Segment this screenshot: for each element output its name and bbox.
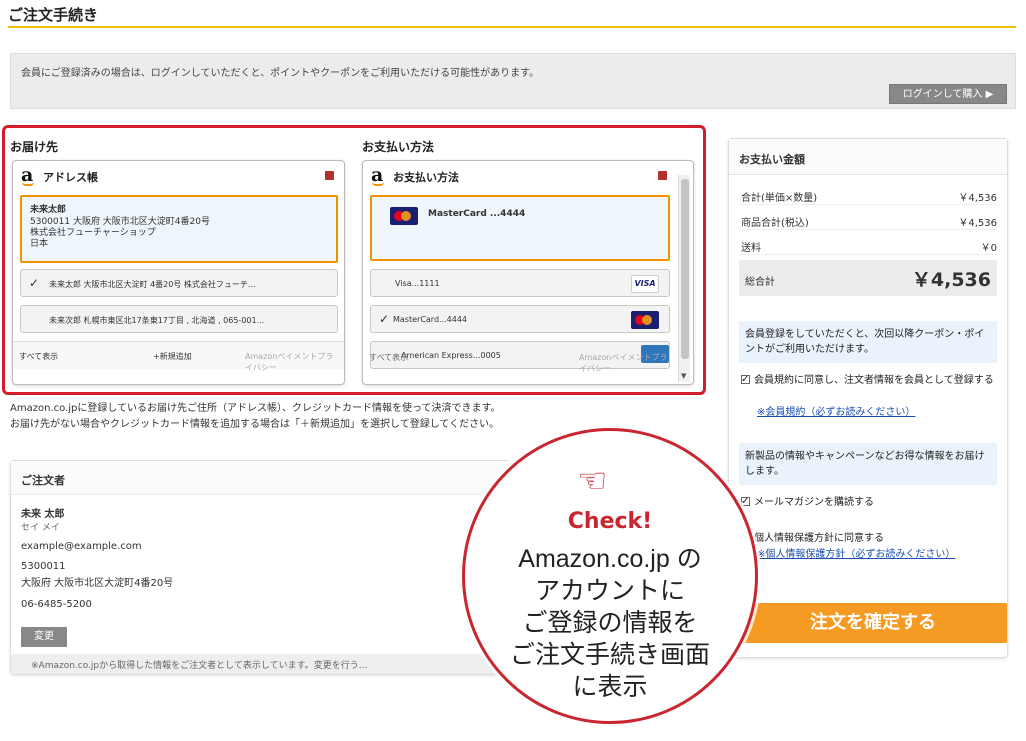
page-title: ご注文手続き (8, 6, 99, 24)
callout-bubble: ☜ Check! Amazon.co.jp の アカウントに ご登録の情報を ご… (462, 428, 758, 724)
logout-icon[interactable] (658, 171, 667, 180)
summary-row: 送料 ￥0 (739, 233, 997, 255)
orderer-note: ※Amazon.co.jpから取得した情報をご注文者として表示しています。変更を… (31, 661, 368, 671)
title-rule (8, 26, 1016, 28)
scroll-down-icon[interactable]: ▼ (681, 372, 686, 380)
scrollbar-thumb[interactable] (681, 179, 689, 359)
news-info: 新製品の情報やキャンペーンなどお得な情報をお届けします。 (739, 443, 997, 485)
terms-checkbox-line[interactable]: 会員規約に同意し、注文者情報を会員として登録する (741, 372, 997, 388)
caption-line: Amazon.co.jpに登録しているお届け先ご住所（アドレス帳）、クレジットカ… (10, 403, 501, 414)
callout-line: ご注文手続き画面 (509, 641, 710, 669)
widget-title: アドレス帳 (43, 171, 98, 184)
privacy-policy-link[interactable]: Amazonペイメントプライバシー (245, 351, 337, 373)
orderer-name: 未来 太郎 (21, 509, 65, 520)
payment-option-text: MasterCard...4444 (393, 315, 468, 324)
privacy-check-label: 個人情報保護方針に同意する (754, 533, 884, 544)
orderer-address: 大阪府 大阪市北区大淀町4番20号 (21, 578, 174, 589)
summary-label: 合計(単価×数量) (741, 193, 818, 204)
check-icon: ✓ (29, 276, 40, 290)
notice-text: 会員にご登録済みの場合は、ログインしていただくと、ポイントやクーポンをご利用いた… (21, 68, 540, 79)
confirm-order-button[interactable]: 注文を確定する (739, 603, 1007, 643)
payment-option-text: Visa...1111 (395, 279, 440, 288)
summary-value: ￥0 (980, 243, 997, 254)
widget-header: a アドレス帳 (13, 161, 344, 189)
privacy-link[interactable]: ※個人情報保護方針（必ずお読みください） (757, 547, 997, 562)
newsletter-checkbox-line[interactable]: メールマガジンを購読する (741, 494, 997, 510)
address-option[interactable]: 未来次郎 札幌市東区北17条東17丁目 , 北海道 , 065-001... (20, 305, 338, 333)
caption-line: お届け先がない場合やクレジットカード情報を追加する場合は「＋新規追加」を選択して… (10, 419, 500, 430)
total-row: 総合計 ￥4,536 (739, 260, 997, 296)
mastercard-icon (390, 207, 418, 225)
terms-link[interactable]: ※会員規約（必ずお読みください） (757, 405, 997, 420)
orderer-zip: 5300011 (21, 561, 66, 572)
orderer-footer: ※Amazon.co.jpから取得した情報をご注文者として表示しています。変更を… (11, 654, 509, 674)
address-book-widget: a アドレス帳 未来太郎 5300011 大阪府 大阪市北区大淀町4番20号 株… (12, 160, 345, 385)
orderer-phone: 06-6485-5200 (21, 599, 92, 610)
callout-check: Check! (567, 509, 653, 534)
summary-row: 合計(単価×数量) ￥4,536 (739, 183, 997, 205)
checkbox[interactable] (741, 494, 750, 509)
check-icon: ✓ (379, 312, 390, 326)
add-new-link[interactable]: +新規追加 (153, 351, 192, 362)
privacy-policy-link[interactable]: Amazonペイメントプライバシー (579, 352, 669, 374)
pointing-hand-icon: ☜ (577, 461, 608, 501)
orderer-header: ご注文者 (11, 461, 509, 495)
newsletter-check-label: メールマガジンを購読する (754, 497, 874, 508)
callout-line: に表示 (572, 673, 648, 701)
address-company: 株式会社フューチャーショップ (30, 228, 156, 238)
summary-value: ￥4,536 (958, 193, 997, 204)
address-footer: すべて表示 +新規追加 Amazonペイメントプライバシー (13, 341, 344, 372)
change-button[interactable]: 変更 (21, 627, 67, 647)
summary-value: ￥4,536 (958, 218, 997, 229)
show-all-link[interactable]: すべて表示 (19, 351, 58, 362)
shipping-section-label: お届け先 (10, 140, 59, 154)
privacy-checkbox-line[interactable]: 個人情報保護方針に同意する (741, 530, 997, 546)
total-value: ￥4,536 (911, 269, 991, 291)
summary-label: 送料 (741, 243, 761, 254)
callout-line: Amazon.co.jp の (518, 545, 702, 573)
show-all-link[interactable]: すべて表示 (369, 352, 408, 363)
payment-option[interactable]: ✓ MasterCard...4444 (370, 305, 670, 333)
payment-option-text: American Express...0005 (401, 351, 501, 360)
logout-icon[interactable] (325, 171, 334, 180)
payment-section-label: お支払い方法 (362, 140, 435, 154)
selected-payment[interactable]: MasterCard ...4444 (370, 195, 670, 261)
payment-option[interactable]: Visa...1111 VISA (370, 269, 670, 297)
summary-label: 商品合計(税込) (741, 218, 809, 229)
address-option[interactable]: ✓ 未来太郎 大阪市北区大淀町 4番20号 株式会社フューチ... (20, 269, 338, 297)
widget-header: a お支払い方法 (363, 161, 693, 189)
orderer-kana: セイ メイ (21, 523, 60, 533)
payment-summary-panel: お支払い金額 合計(単価×数量) ￥4,536 商品合計(税込) ￥4,536 … (728, 138, 1008, 658)
summary-row: 商品合計(税込) ￥4,536 (739, 208, 997, 230)
orderer-title: ご注文者 (21, 474, 65, 487)
login-notice: 会員にご登録済みの場合は、ログインしていただくと、ポイントやクーポンをご利用いた… (10, 53, 1016, 109)
payment-method-widget: a お支払い方法 MasterCard ...4444 Visa...1111 … (362, 160, 694, 385)
mastercard-icon (631, 311, 659, 329)
address-option-text: 未来次郎 札幌市東区北17条東17丁目 , 北海道 , 065-001... (49, 316, 265, 325)
payment-selected-text: MasterCard ...4444 (428, 209, 526, 219)
total-label: 総合計 (745, 277, 775, 288)
visa-icon: VISA (631, 275, 659, 293)
terms-check-label: 会員規約に同意し、注文者情報を会員として登録する (754, 375, 994, 386)
login-purchase-button[interactable]: ログインして購入 ▶ (889, 84, 1007, 104)
callout-line: ご登録の情報を (522, 609, 698, 637)
scrollbar[interactable]: ▼ (678, 175, 690, 382)
member-info: 会員登録をしていただくと、次回以降クーポン・ポイントがご利用いただけます。 (739, 321, 997, 363)
widget-title: お支払い方法 (393, 171, 459, 184)
callout-line: アカウントに (534, 577, 685, 605)
address-country: 日本 (30, 239, 49, 249)
address-option-text: 未来太郎 大阪市北区大淀町 4番20号 株式会社フューチ... (49, 280, 256, 289)
orderer-email: example@example.com (21, 541, 142, 552)
orderer-panel: ご注文者 未来 太郎 セイ メイ example@example.com 530… (10, 460, 510, 675)
summary-header: お支払い金額 (729, 139, 1007, 175)
selected-address[interactable]: 未来太郎 5300011 大阪府 大阪市北区大淀町4番20号 株式会社フューチャ… (20, 195, 338, 263)
summary-title: お支払い金額 (739, 153, 805, 166)
checkbox[interactable] (741, 372, 750, 387)
